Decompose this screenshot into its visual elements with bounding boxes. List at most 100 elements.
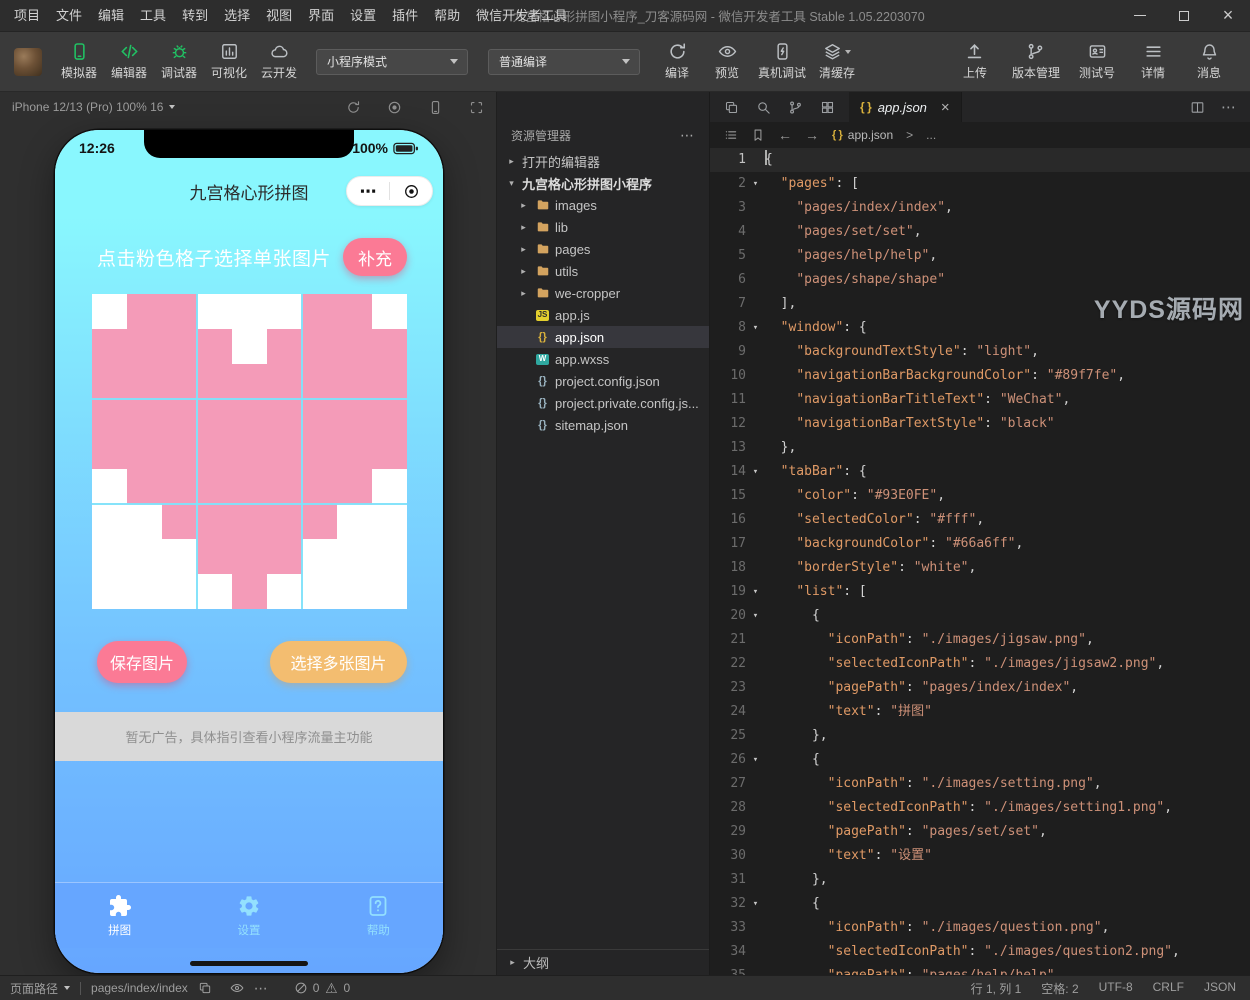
arrow-left-icon[interactable]: ←	[778, 128, 792, 142]
tree-item-we-cropper[interactable]: ▸ we-cropper	[497, 282, 709, 304]
menu-item[interactable]: 插件	[384, 0, 426, 31]
grid-cell[interactable]	[92, 504, 127, 539]
clear-cache-button[interactable]: 清缓存	[814, 38, 860, 85]
tree-item-opened-editors[interactable]: ▸ 打开的编辑器	[497, 150, 709, 172]
grid-cell[interactable]	[337, 574, 372, 609]
encoding[interactable]: UTF-8	[1099, 980, 1133, 997]
grid-cell[interactable]	[162, 294, 197, 329]
grid-cell[interactable]	[162, 574, 197, 609]
grid-cell[interactable]	[162, 434, 197, 469]
upload-button[interactable]: 上传	[952, 38, 998, 85]
grid-cell[interactable]	[267, 294, 302, 329]
tree-item-project-root[interactable]: ▾ 九宫格心形拼图小程序	[497, 172, 709, 194]
grid-cell[interactable]	[232, 434, 267, 469]
eol[interactable]: CRLF	[1153, 980, 1184, 997]
device-selector[interactable]: iPhone 12/13 (Pro) 100% 16	[12, 100, 163, 114]
grid-cell[interactable]	[267, 469, 302, 504]
grid-cell[interactable]	[302, 399, 337, 434]
tree-item-pages[interactable]: ▸ pages	[497, 238, 709, 260]
tab-settings[interactable]: 设置	[184, 883, 313, 948]
code-area[interactable]: 1{2 ▾ "pages": [3 "pages/index/index", 4 "…	[710, 148, 1250, 975]
problems-indicator[interactable]: 0 ⚠ 0	[294, 981, 350, 995]
grid-cell[interactable]	[302, 504, 337, 539]
grid-cell[interactable]	[92, 329, 127, 364]
copy-path-icon[interactable]	[198, 981, 212, 995]
debugger-button[interactable]: 调试器	[156, 38, 202, 85]
grid-cell[interactable]	[162, 399, 197, 434]
menu-item[interactable]: 转到	[174, 0, 216, 31]
language-mode[interactable]: JSON	[1204, 980, 1236, 997]
tab-help[interactable]: 帮助	[314, 883, 443, 948]
grid-cell[interactable]	[232, 469, 267, 504]
grid-cell[interactable]	[197, 469, 232, 504]
grid-cell[interactable]	[337, 469, 372, 504]
grid-cell[interactable]	[127, 504, 162, 539]
grid-cell[interactable]	[127, 329, 162, 364]
grid-cell[interactable]	[92, 364, 127, 399]
menu-item[interactable]: 视图	[258, 0, 300, 31]
grid-cell[interactable]	[337, 399, 372, 434]
tree-item-app-js[interactable]: JS app.js	[497, 304, 709, 326]
grid-cell[interactable]	[92, 399, 127, 434]
copy-icon[interactable]	[724, 100, 739, 115]
grid-cell[interactable]	[232, 294, 267, 329]
editor-button[interactable]: 编辑器	[106, 38, 152, 85]
grid-cell[interactable]	[267, 539, 302, 574]
preview-button[interactable]: 预览	[704, 38, 750, 85]
eye-icon[interactable]	[230, 981, 244, 995]
grid-cell[interactable]	[162, 364, 197, 399]
tree-item-sitemap-json[interactable]: {} sitemap.json	[497, 414, 709, 436]
grid-cell[interactable]	[267, 574, 302, 609]
grid-cell[interactable]	[267, 364, 302, 399]
grid-cell[interactable]	[162, 329, 197, 364]
grid-cell[interactable]	[92, 294, 127, 329]
tree-item-images[interactable]: ▸ images	[497, 194, 709, 216]
grid-cell[interactable]	[372, 329, 407, 364]
grid-cell[interactable]	[197, 504, 232, 539]
refill-button[interactable]: 补充	[343, 238, 407, 276]
minimize-button[interactable]	[1118, 0, 1162, 31]
grid-cell[interactable]	[162, 504, 197, 539]
mode-select[interactable]: 小程序模式	[316, 48, 468, 75]
grid-cell[interactable]	[372, 574, 407, 609]
user-avatar[interactable]	[14, 47, 42, 76]
close-button[interactable]: ×	[1206, 0, 1250, 31]
tree-item-app-wxss[interactable]: Wapp.wxss	[497, 348, 709, 370]
grid-cell[interactable]	[127, 469, 162, 504]
grid-cell[interactable]	[337, 294, 372, 329]
grid-icon[interactable]	[820, 100, 835, 115]
arrow-right-icon[interactable]: →	[805, 128, 819, 142]
visualization-button[interactable]: 可视化	[206, 38, 252, 85]
messages-button[interactable]: 消息	[1186, 38, 1232, 85]
grid-cell[interactable]	[232, 399, 267, 434]
tree-item-app-json[interactable]: {} app.json	[497, 326, 709, 348]
grid-cell[interactable]	[127, 399, 162, 434]
grid-cell[interactable]	[337, 504, 372, 539]
menu-item[interactable]: 界面	[300, 0, 342, 31]
grid-cell[interactable]	[197, 294, 232, 329]
grid-cell[interactable]	[127, 434, 162, 469]
menu-item[interactable]: 帮助	[426, 0, 468, 31]
tree-item-lib[interactable]: ▸ lib	[497, 216, 709, 238]
grid-cell[interactable]	[232, 329, 267, 364]
simulator-button[interactable]: 模拟器	[56, 38, 102, 85]
grid-cell[interactable]	[127, 539, 162, 574]
remote-debug-button[interactable]: 真机调试	[754, 38, 810, 85]
grid-cell[interactable]	[162, 539, 197, 574]
grid-cell[interactable]	[197, 434, 232, 469]
close-tab-icon[interactable]: ×	[941, 99, 950, 116]
tree-item-project-config-json[interactable]: {} project.config.json	[497, 370, 709, 392]
device-icon[interactable]	[428, 100, 443, 115]
menu-item[interactable]: 项目	[6, 0, 48, 31]
indent-setting[interactable]: 空格: 2	[1041, 980, 1078, 997]
tab-app-json[interactable]: { } app.json ×	[849, 92, 962, 122]
grid-cell[interactable]	[267, 504, 302, 539]
grid-cell[interactable]	[302, 329, 337, 364]
menu-item[interactable]: 设置	[342, 0, 384, 31]
capsule-home-button[interactable]	[390, 177, 432, 205]
maximize-button[interactable]	[1162, 0, 1206, 31]
grid-cell[interactable]	[232, 504, 267, 539]
grid-cell[interactable]	[372, 364, 407, 399]
search-icon[interactable]	[756, 100, 771, 115]
more-icon[interactable]: ⋯	[254, 981, 268, 995]
